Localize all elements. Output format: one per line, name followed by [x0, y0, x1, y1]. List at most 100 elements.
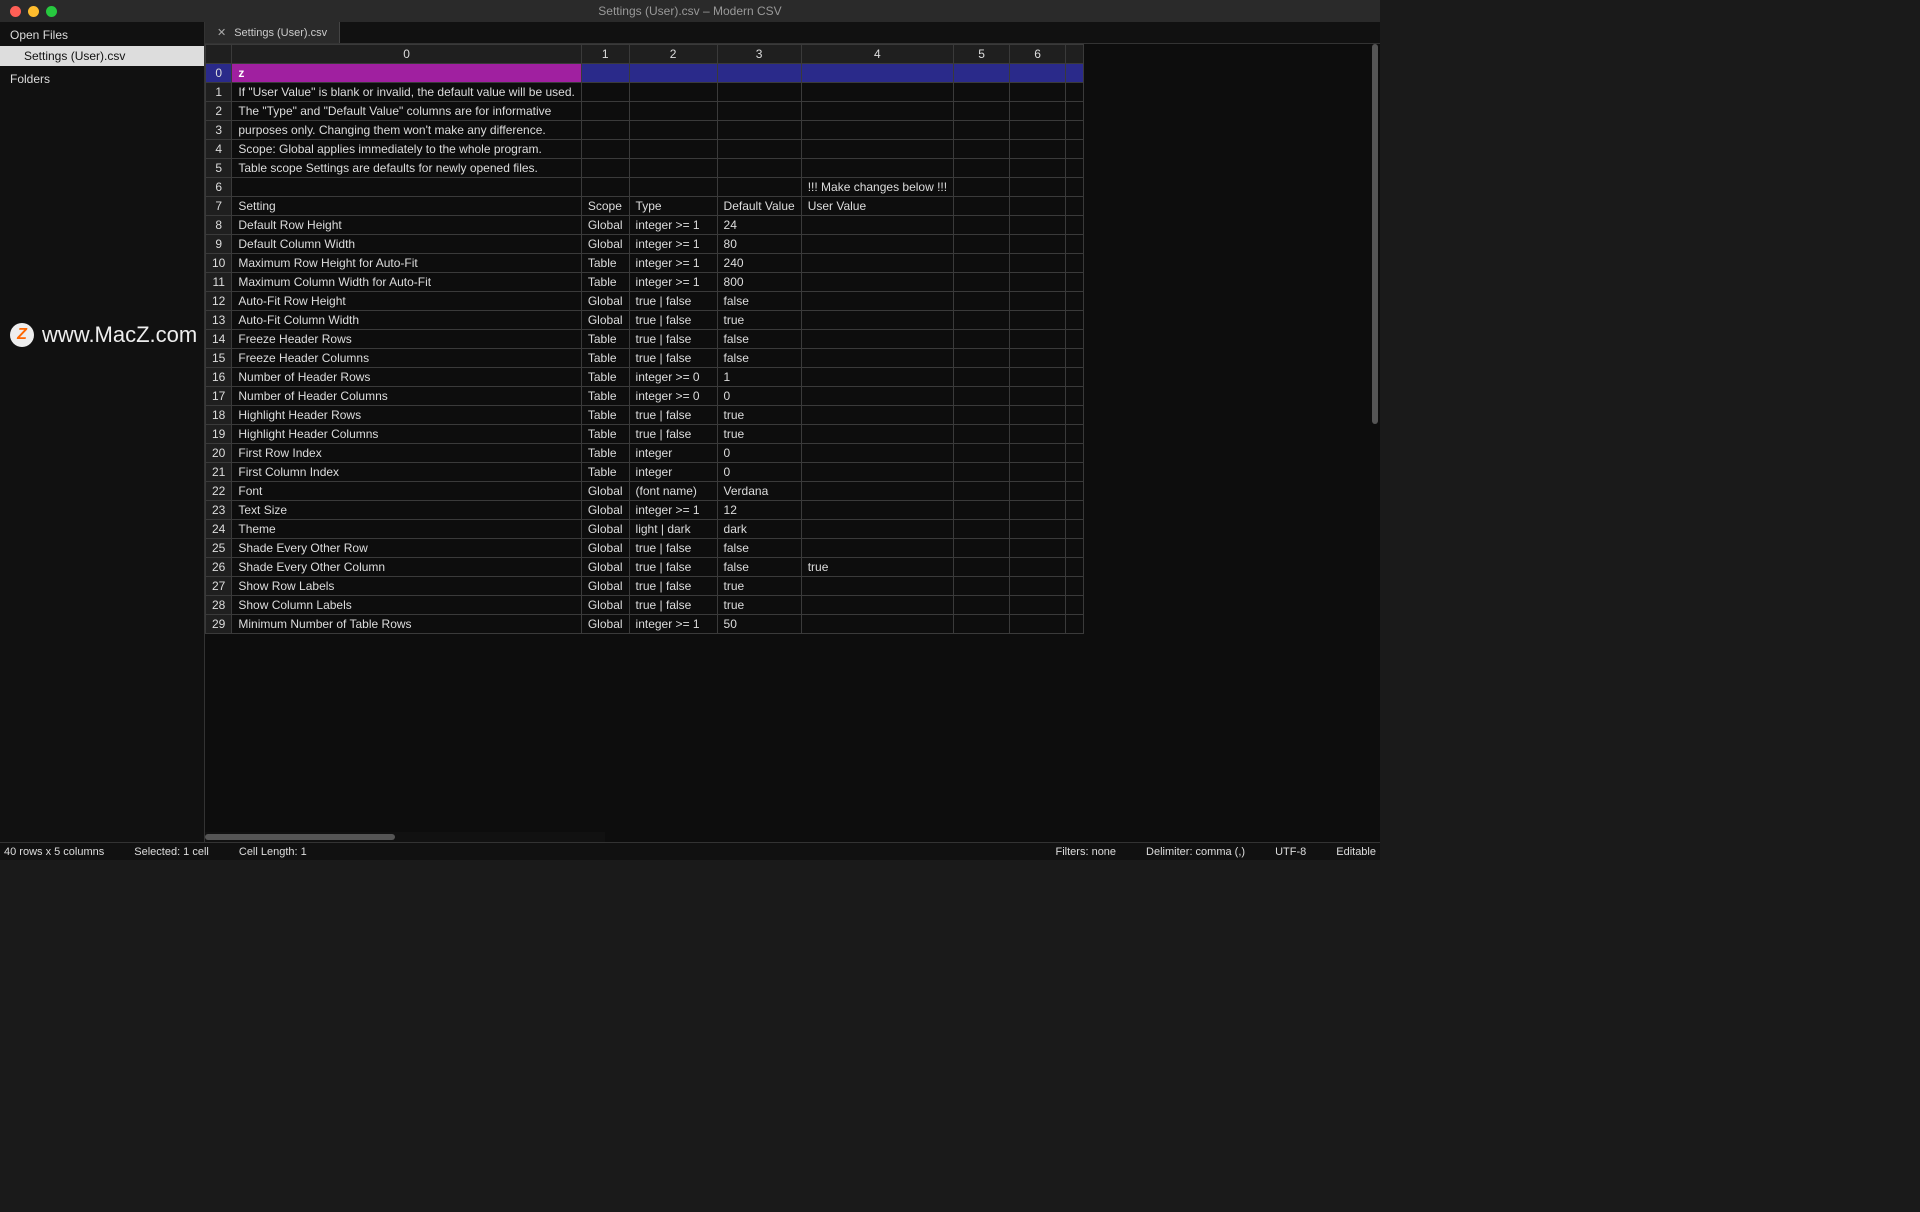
cell[interactable]: Table	[581, 463, 629, 482]
cell[interactable]	[954, 615, 1010, 634]
minimize-window-button[interactable]	[28, 6, 39, 17]
row-header[interactable]: 23	[206, 501, 232, 520]
cell[interactable]	[801, 159, 953, 178]
cell[interactable]: Table	[581, 425, 629, 444]
cell[interactable]: Default Row Height	[232, 216, 581, 235]
cell[interactable]: User Value	[801, 197, 953, 216]
cell[interactable]	[1066, 615, 1084, 634]
cell[interactable]	[1010, 425, 1066, 444]
cell[interactable]: true | false	[629, 330, 717, 349]
row-header[interactable]: 6	[206, 178, 232, 197]
cell[interactable]	[1066, 311, 1084, 330]
cell[interactable]: Global	[581, 539, 629, 558]
cell[interactable]: true | false	[629, 539, 717, 558]
cell[interactable]	[801, 463, 953, 482]
cell[interactable]	[1066, 349, 1084, 368]
row-header[interactable]: 12	[206, 292, 232, 311]
cell[interactable]: If "User Value" is blank or invalid, the…	[232, 83, 581, 102]
cell[interactable]: Global	[581, 577, 629, 596]
cell[interactable]: true	[717, 425, 801, 444]
row-header[interactable]: 25	[206, 539, 232, 558]
cell[interactable]	[581, 83, 629, 102]
row-header[interactable]: 19	[206, 425, 232, 444]
cell[interactable]: true	[717, 577, 801, 596]
cell[interactable]: integer	[629, 444, 717, 463]
cell[interactable]: Table	[581, 387, 629, 406]
cell[interactable]	[629, 83, 717, 102]
cell[interactable]	[629, 64, 717, 83]
cell[interactable]: Type	[629, 197, 717, 216]
cell[interactable]	[1010, 463, 1066, 482]
cell[interactable]: Default Value	[717, 197, 801, 216]
cell[interactable]: false	[717, 349, 801, 368]
cell[interactable]: integer >= 0	[629, 387, 717, 406]
cell[interactable]	[801, 273, 953, 292]
cell[interactable]: Scope	[581, 197, 629, 216]
sidebar-file-item[interactable]: Settings (User).csv	[0, 46, 204, 66]
cell[interactable]	[801, 444, 953, 463]
cell[interactable]	[801, 520, 953, 539]
cell[interactable]	[954, 273, 1010, 292]
cell[interactable]: true	[717, 596, 801, 615]
cell[interactable]: First Column Index	[232, 463, 581, 482]
cell[interactable]: Global	[581, 311, 629, 330]
cell[interactable]: 0	[717, 387, 801, 406]
row-header[interactable]: 20	[206, 444, 232, 463]
cell[interactable]: Show Column Labels	[232, 596, 581, 615]
cell[interactable]: true | false	[629, 311, 717, 330]
close-tab-icon[interactable]: ✕	[217, 26, 226, 39]
cell[interactable]	[1010, 311, 1066, 330]
cell[interactable]: 12	[717, 501, 801, 520]
cell[interactable]	[954, 482, 1010, 501]
cell[interactable]	[801, 425, 953, 444]
cell[interactable]	[1010, 539, 1066, 558]
cell[interactable]: integer >= 1	[629, 615, 717, 634]
cell[interactable]	[1010, 140, 1066, 159]
cell[interactable]	[801, 102, 953, 121]
cell[interactable]: Table	[581, 349, 629, 368]
cell[interactable]	[581, 121, 629, 140]
cell[interactable]: true | false	[629, 596, 717, 615]
cell[interactable]: purposes only. Changing them won't make …	[232, 121, 581, 140]
cell[interactable]	[954, 311, 1010, 330]
cell[interactable]: false	[717, 539, 801, 558]
cell[interactable]: Shade Every Other Column	[232, 558, 581, 577]
row-header[interactable]: 27	[206, 577, 232, 596]
cell[interactable]: Default Column Width	[232, 235, 581, 254]
cell[interactable]	[1010, 216, 1066, 235]
cell[interactable]	[801, 216, 953, 235]
cell[interactable]	[954, 368, 1010, 387]
cell[interactable]	[954, 387, 1010, 406]
cell[interactable]	[801, 254, 953, 273]
cell[interactable]: true | false	[629, 558, 717, 577]
cell[interactable]	[954, 159, 1010, 178]
cell[interactable]	[801, 330, 953, 349]
column-header[interactable]: 6	[1010, 45, 1066, 64]
row-header[interactable]: 2	[206, 102, 232, 121]
cell[interactable]	[629, 178, 717, 197]
row-header[interactable]: 1	[206, 83, 232, 102]
cell[interactable]	[954, 330, 1010, 349]
row-header[interactable]: 10	[206, 254, 232, 273]
cell[interactable]: 0	[717, 444, 801, 463]
cell[interactable]	[1010, 292, 1066, 311]
cell[interactable]	[1010, 197, 1066, 216]
cell[interactable]	[801, 539, 953, 558]
cell[interactable]	[954, 197, 1010, 216]
vertical-scrollbar[interactable]	[1370, 44, 1380, 842]
row-header[interactable]: 17	[206, 387, 232, 406]
cell[interactable]	[1066, 539, 1084, 558]
cell[interactable]: Maximum Row Height for Auto-Fit	[232, 254, 581, 273]
cell[interactable]	[1066, 406, 1084, 425]
cell[interactable]	[629, 102, 717, 121]
cell[interactable]: dark	[717, 520, 801, 539]
cell[interactable]	[629, 121, 717, 140]
cell[interactable]	[954, 178, 1010, 197]
cell[interactable]	[1066, 520, 1084, 539]
cell[interactable]: true	[717, 406, 801, 425]
cell[interactable]	[954, 444, 1010, 463]
cell[interactable]	[717, 121, 801, 140]
horizontal-scrollbar-thumb[interactable]	[205, 834, 395, 840]
cell[interactable]: light | dark	[629, 520, 717, 539]
cell[interactable]: First Row Index	[232, 444, 581, 463]
